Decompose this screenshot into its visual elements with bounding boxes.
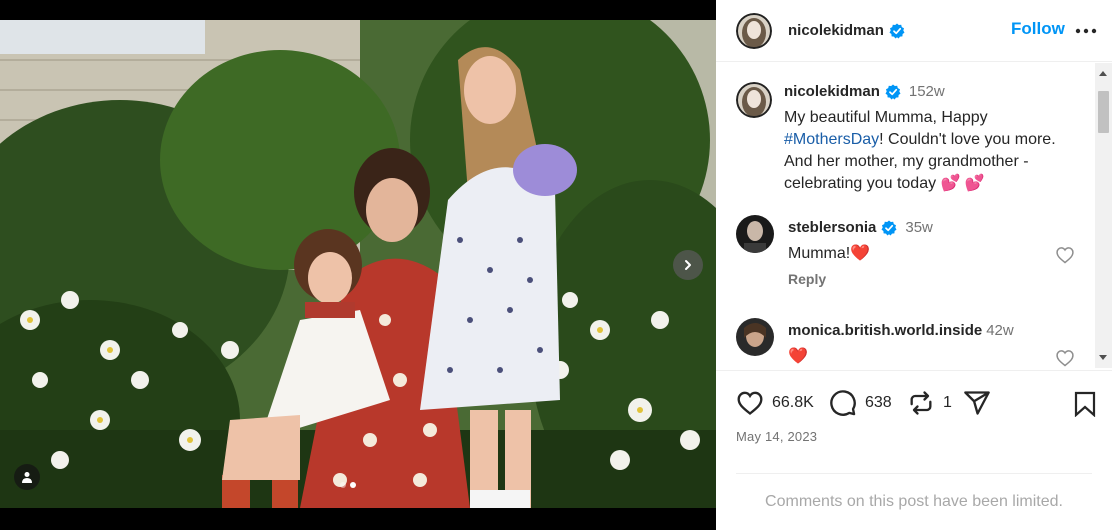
commenter-username[interactable]: monica.british.world.inside: [788, 322, 982, 339]
comment-like-heart-icon[interactable]: [1055, 348, 1075, 368]
repost-count[interactable]: 1: [943, 394, 952, 412]
comment-header: monica.british.world.inside 42w: [788, 322, 1014, 339]
more-icon: [1075, 28, 1097, 34]
tagged-users-button[interactable]: [14, 464, 40, 490]
comment-text: ❤️: [788, 348, 808, 365]
comments-list[interactable]: nicolekidman 152w My beautiful Mumma, Ha…: [716, 63, 1112, 368]
caption-header: nicolekidman 152w: [784, 83, 945, 100]
commenter-username[interactable]: steblersonia: [788, 219, 876, 236]
commenter-avatar[interactable]: [736, 318, 774, 356]
comment-time[interactable]: 42w: [986, 322, 1014, 339]
comment-header: steblersonia 35w: [788, 219, 933, 236]
share-icon: [964, 391, 990, 415]
caption-username[interactable]: nicolekidman: [784, 83, 880, 100]
comments-limited-notice: Comments on this post have been limited.: [736, 473, 1092, 530]
carousel-next-button[interactable]: [673, 250, 703, 280]
scroll-up-arrow[interactable]: [1099, 71, 1107, 76]
post-actions: 66.8K 638 1 May 14, 2023: [716, 370, 1112, 470]
comment-icon: [830, 390, 856, 416]
scroll-thumb[interactable]: [1098, 91, 1109, 133]
comments-scrollbar[interactable]: [1095, 63, 1112, 368]
post-header: nicolekidman Follow: [716, 0, 1112, 62]
reply-button[interactable]: Reply: [788, 271, 826, 287]
caption-text: My beautiful Mumma, Happy #MothersDay! C…: [784, 107, 1084, 195]
comment-like-heart-icon[interactable]: [1055, 245, 1075, 265]
verified-badge-icon: [885, 84, 901, 99]
chevron-right-icon: [685, 260, 691, 270]
caption-text-before: My beautiful Mumma, Happy: [784, 109, 988, 126]
more-options-button[interactable]: [1075, 21, 1097, 41]
carousel-dot: [340, 482, 346, 488]
follow-button[interactable]: Follow: [1011, 19, 1065, 39]
post-media: [0, 0, 716, 530]
verified-badge-icon: [881, 220, 897, 235]
comment-time[interactable]: 35w: [905, 219, 933, 236]
share-button[interactable]: [963, 389, 991, 417]
author-avatar[interactable]: [736, 82, 772, 118]
commenter-avatar[interactable]: [736, 215, 774, 253]
like-count[interactable]: 66.8K: [772, 394, 814, 412]
post-photo[interactable]: [0, 20, 716, 508]
repost-icon: [910, 391, 932, 415]
tag-user-icon: [22, 472, 32, 483]
carousel-dot-active: [350, 482, 356, 488]
hashtag-link[interactable]: #MothersDay: [784, 131, 879, 148]
caption-time[interactable]: 152w: [909, 83, 945, 100]
author-avatar[interactable]: [736, 12, 772, 49]
carousel-indicator: [340, 482, 356, 488]
like-button[interactable]: 66.8K: [736, 389, 814, 417]
author-username[interactable]: nicolekidman: [788, 22, 884, 39]
post-details-panel: nicolekidman Follow nicolekidman 152w My…: [716, 0, 1112, 530]
comment-text: Mumma!❤️: [788, 245, 871, 262]
verified-badge-icon: [889, 23, 905, 38]
comment-button[interactable]: 638: [829, 389, 892, 417]
comment-count[interactable]: 638: [865, 394, 892, 412]
scroll-down-arrow[interactable]: [1099, 355, 1107, 360]
heart-icon: [737, 391, 763, 415]
repost-button[interactable]: 1: [907, 389, 952, 417]
post-date[interactable]: May 14, 2023: [736, 429, 817, 444]
bookmark-icon[interactable]: [1073, 391, 1097, 417]
